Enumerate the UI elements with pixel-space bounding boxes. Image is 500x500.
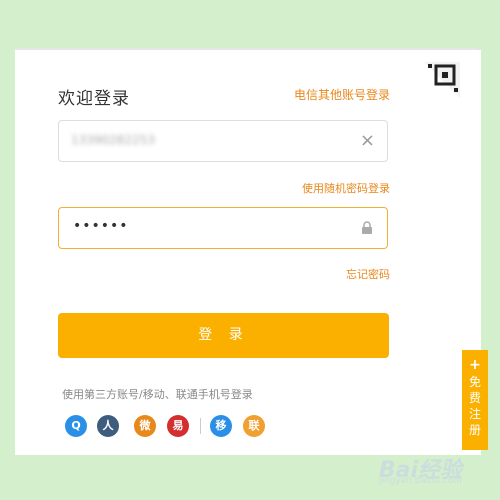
baidu-watermark-url: jingyan.baidu.com	[378, 476, 462, 486]
third-party-login-text: 使用第三方账号/移动、联通手机号登录	[62, 388, 253, 401]
other-account-login-link[interactable]: 电信其他账号登录	[190, 86, 390, 103]
renren-icon[interactable]: 人	[97, 415, 119, 437]
random-password-login-link[interactable]: 使用随机密码登录	[302, 180, 390, 196]
free-register-tab[interactable]: + 免费注册	[462, 350, 488, 450]
china-unicom-icon[interactable]: 联	[243, 415, 265, 437]
phone-value: 13390282253	[71, 133, 155, 147]
weibo-icon[interactable]: 微	[134, 415, 156, 437]
lock-icon	[362, 221, 372, 234]
plus-icon: +	[469, 357, 481, 373]
page-title: 欢迎登录	[58, 89, 130, 109]
login-button[interactable]: 登 录	[58, 313, 389, 358]
password-value: ••••••	[73, 218, 129, 234]
register-label: 免费注册	[468, 375, 481, 437]
forgot-password-link[interactable]: 忘记密码	[346, 266, 390, 282]
close-icon[interactable]: ×	[360, 130, 375, 151]
china-mobile-icon[interactable]: 移	[210, 415, 232, 437]
qq-icon[interactable]: Q	[65, 415, 87, 437]
icon-divider	[200, 418, 201, 434]
qr-code-icon[interactable]	[424, 62, 460, 98]
password-input[interactable]: ••••••	[58, 207, 388, 249]
yixin-icon[interactable]: 易	[167, 415, 189, 437]
phone-input[interactable]: 13390282253 ×	[58, 120, 388, 162]
